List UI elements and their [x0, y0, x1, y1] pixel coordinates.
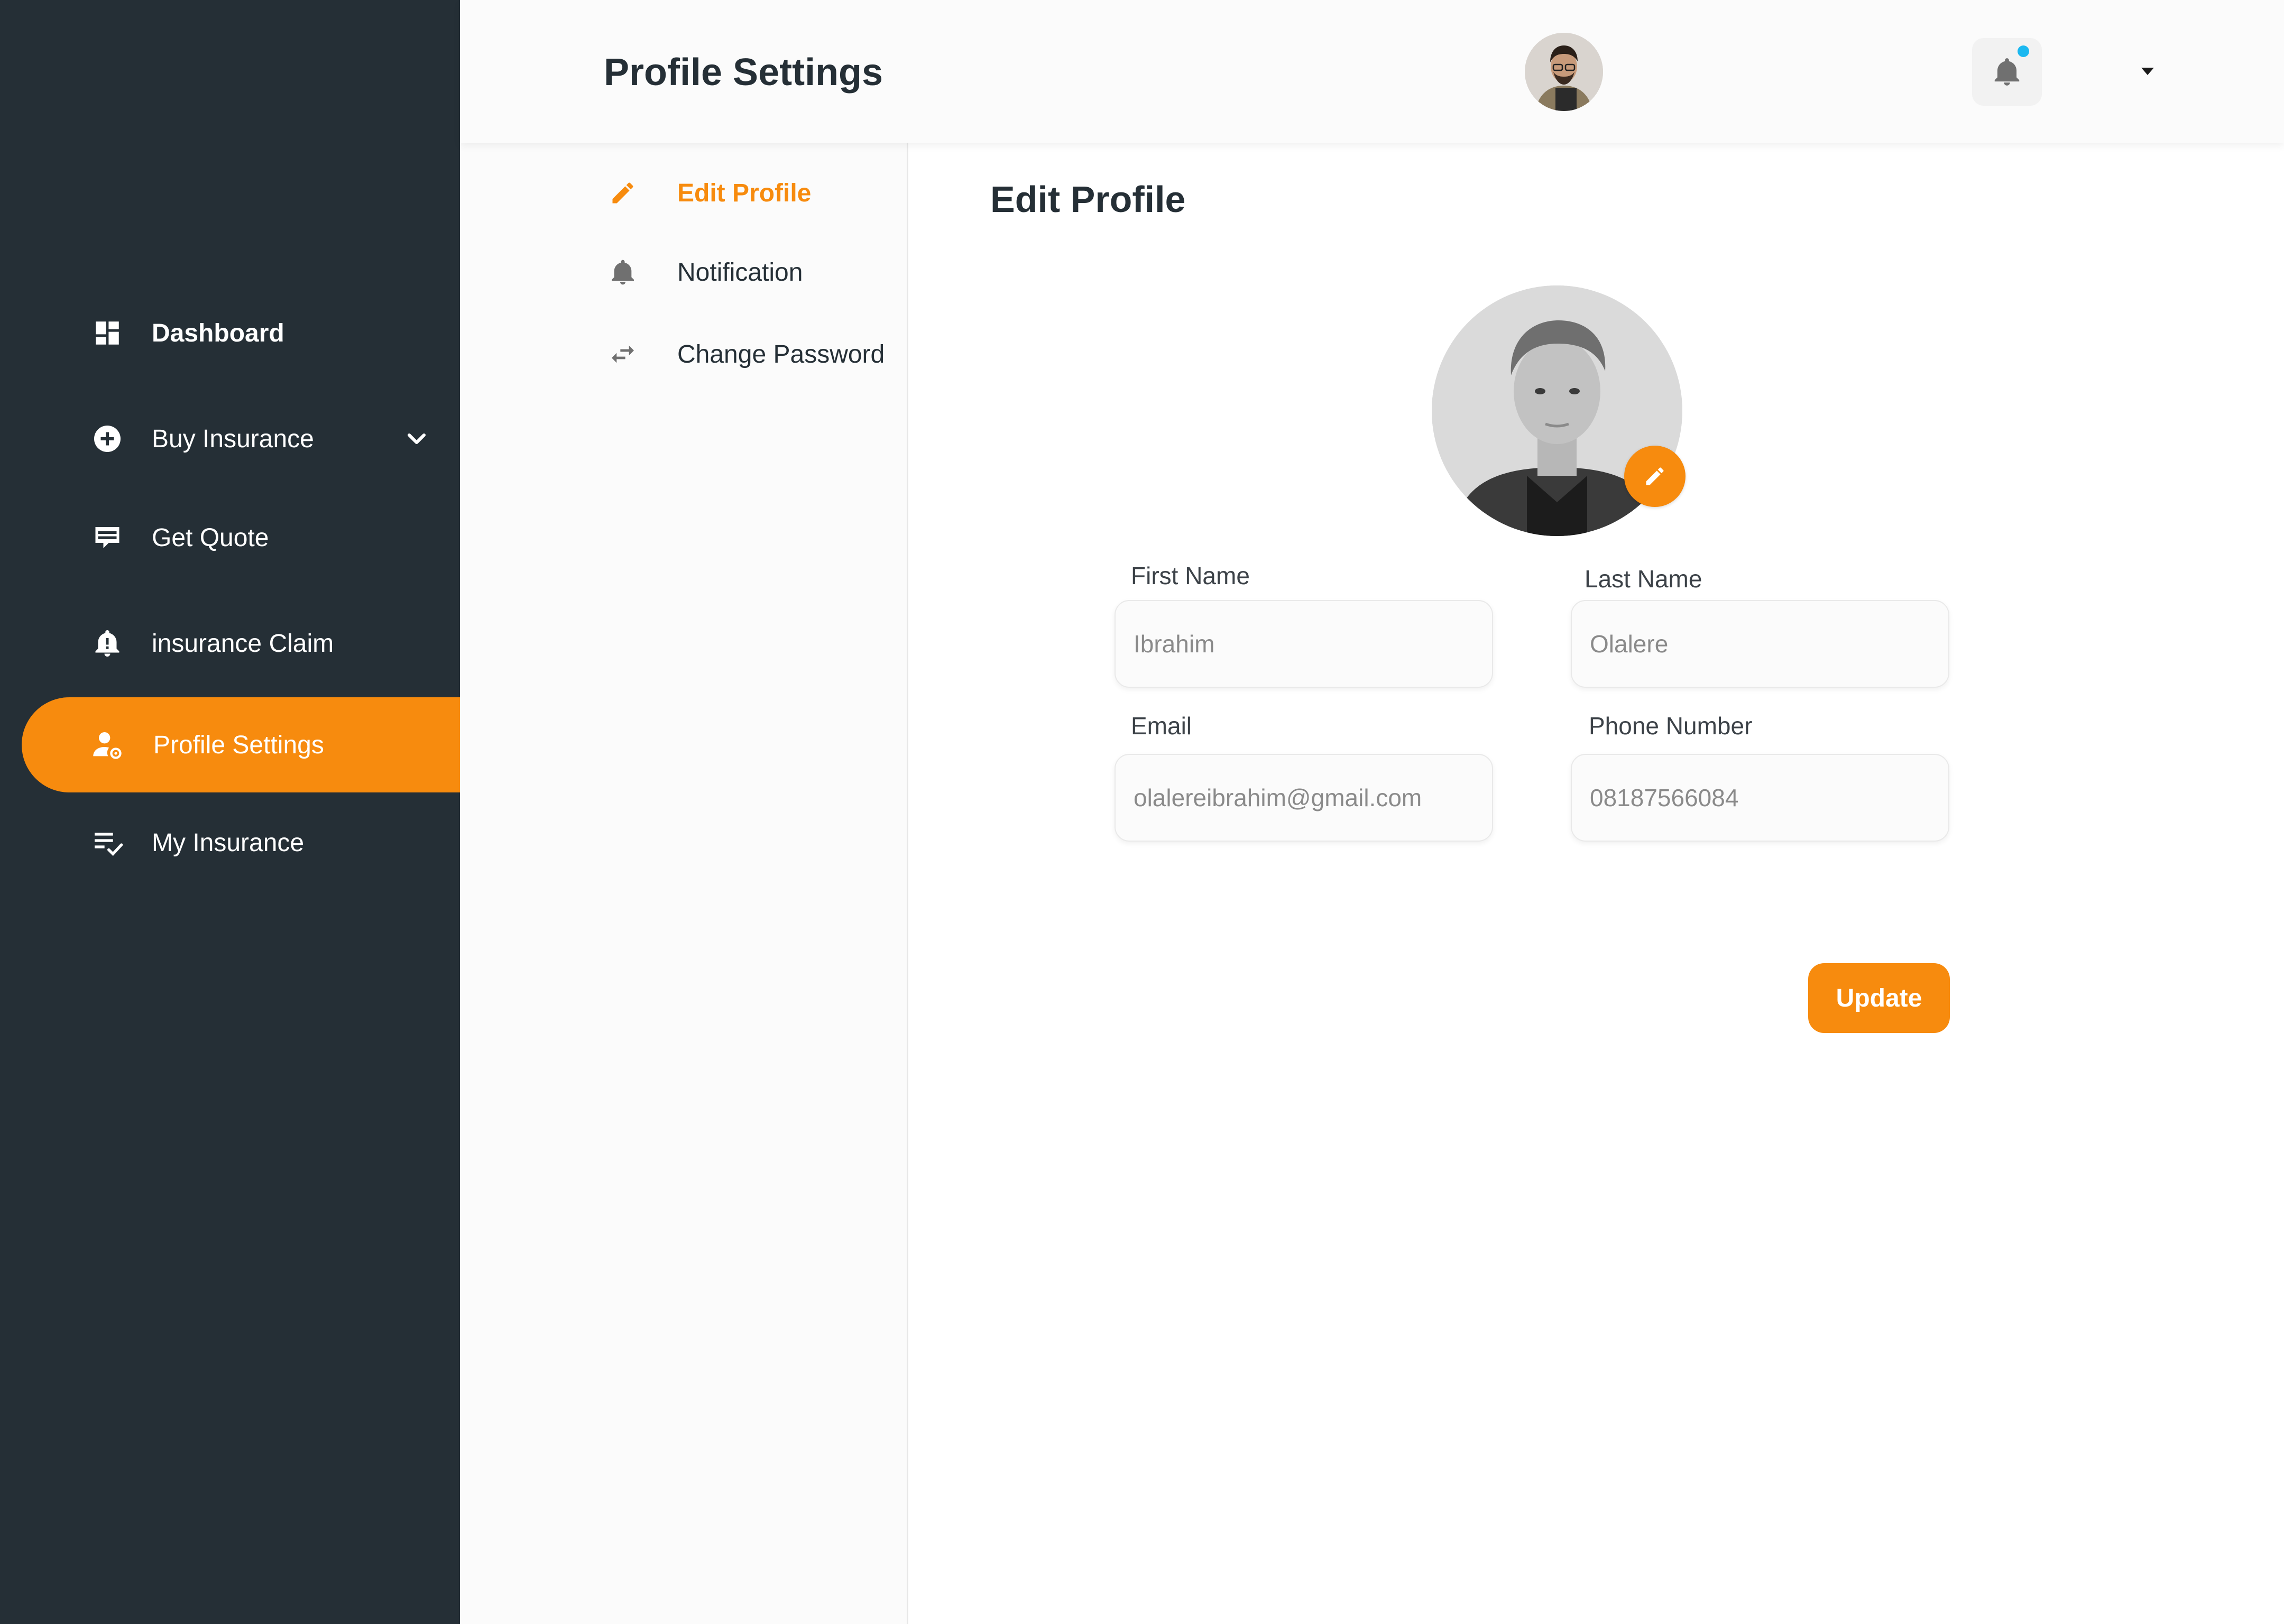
pencil-icon	[607, 177, 639, 209]
edit-photo-button[interactable]	[1624, 446, 1686, 507]
sidebar-item-profile-settings[interactable]: Profile Settings	[22, 697, 463, 792]
settings-nav-edit-profile[interactable]: Edit Profile	[460, 164, 907, 222]
bell-icon	[1994, 58, 2020, 86]
email-label: Email	[1131, 712, 1192, 740]
chevron-down-icon[interactable]	[2141, 68, 2154, 75]
sidebar-item-label: insurance Claim	[152, 629, 334, 658]
notification-dot	[2018, 45, 2029, 57]
page-title: Profile Settings	[604, 51, 883, 94]
settings-nav-label: Edit Profile	[677, 179, 812, 207]
edit-profile-panel: Edit Profile First Name Ibrahim Last Nam…	[908, 143, 2284, 1624]
plus-circle-icon	[90, 422, 124, 456]
sidebar-item-label: My Insurance	[152, 828, 305, 857]
chevron-down-icon[interactable]	[402, 424, 431, 454]
dashboard-icon	[90, 316, 124, 350]
sidebar-item-label: Dashboard	[152, 319, 284, 347]
update-button[interactable]: Update	[1808, 963, 1950, 1033]
sidebar-item-label: Get Quote	[152, 523, 269, 552]
notifications-button[interactable]	[1972, 38, 2042, 106]
sidebar-item-get-quote[interactable]: Get Quote	[0, 490, 463, 585]
swap-arrows-icon	[607, 338, 639, 370]
phone-number-field[interactable]: 08187566084	[1571, 754, 1949, 842]
section-title: Edit Profile	[990, 179, 1186, 220]
settings-nav: Edit Profile Notification Change Passwor…	[460, 143, 908, 1624]
top-bar: Profile Settings	[460, 0, 2284, 143]
first-name-label: First Name	[1131, 562, 1250, 589]
sidebar-item-my-insurance[interactable]: My Insurance	[0, 795, 463, 890]
settings-nav-label: Notification	[677, 258, 803, 287]
quote-card-icon	[90, 521, 124, 555]
settings-nav-notification[interactable]: Notification	[460, 243, 907, 301]
email-field[interactable]: olalereibrahim@gmail.com	[1115, 754, 1493, 842]
pencil-icon	[1646, 467, 1664, 485]
settings-nav-change-password[interactable]: Change Password	[460, 325, 907, 383]
sidebar-item-insurance-claim[interactable]: insurance Claim	[0, 596, 463, 691]
sidebar-item-label: Profile Settings	[153, 731, 324, 759]
sidebar-item-dashboard[interactable]: Dashboard	[0, 285, 463, 381]
phone-number-label: Phone Number	[1589, 712, 1753, 740]
settings-nav-label: Change Password	[677, 340, 885, 368]
bell-icon	[607, 256, 639, 288]
alert-bell-icon	[90, 626, 124, 660]
user-settings-icon	[90, 728, 124, 762]
checklist-icon	[90, 826, 124, 860]
sidebar-item-buy-insurance[interactable]: Buy Insurance	[0, 391, 463, 486]
sidebar: Dashboard Buy Insurance Get Quote insura…	[0, 0, 463, 1624]
last-name-label: Last Name	[1585, 565, 1702, 593]
first-name-field[interactable]: Ibrahim	[1115, 600, 1493, 688]
last-name-field[interactable]: Olalere	[1571, 600, 1949, 688]
sidebar-item-label: Buy Insurance	[152, 425, 314, 453]
avatar[interactable]	[1525, 33, 1603, 111]
